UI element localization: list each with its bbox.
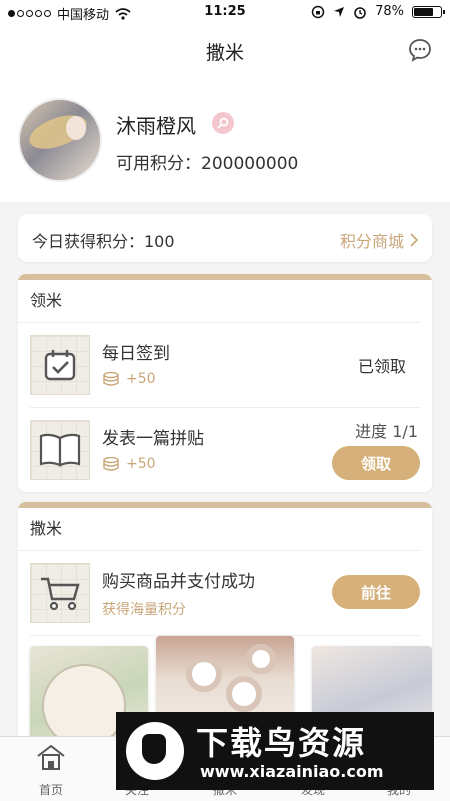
home-icon bbox=[37, 744, 65, 770]
points-mall-link[interactable]: 积分商城 bbox=[340, 228, 418, 252]
claim-button[interactable]: 领取 bbox=[332, 446, 420, 480]
open-book-icon bbox=[30, 420, 90, 480]
task-name: 购买商品并支付成功 bbox=[102, 572, 255, 592]
claimed-status: 已领取 bbox=[357, 357, 406, 376]
status-bar: 中国移动 11:25 78% bbox=[0, 0, 450, 24]
task-post-collage: 发表一篇拼贴 +50 进度 1/1 领取 bbox=[30, 408, 420, 492]
watermark-url: www.xiazainiao.com bbox=[200, 762, 384, 781]
section-title: 领米 bbox=[18, 280, 420, 323]
watermark: 下载鸟资源 www.xiazainiao.com bbox=[116, 712, 434, 790]
spend-section: 撒米 购买商品并支付成功 获得海量积分 前往 bbox=[18, 502, 432, 742]
task-name: 每日签到 bbox=[102, 344, 170, 364]
today-points-card: 今日获得积分：100 积分商城 bbox=[18, 214, 432, 262]
task-purchase: 购买商品并支付成功 获得海量积分 前往 bbox=[30, 551, 420, 636]
nav-bar: 撒米 bbox=[0, 24, 450, 76]
coin-stack-icon bbox=[103, 457, 119, 471]
tab-label: 首页 bbox=[38, 783, 63, 797]
alarm-icon bbox=[354, 6, 366, 19]
gender-badge-icon bbox=[212, 112, 234, 134]
tab-home[interactable]: 首页 bbox=[6, 743, 96, 798]
page-title: 撒米 bbox=[205, 42, 244, 64]
battery-icon bbox=[412, 5, 445, 18]
watermark-title: 下载鸟资源 bbox=[196, 724, 367, 762]
username: 沐雨橙风 bbox=[116, 114, 196, 138]
chevron-right-icon bbox=[410, 233, 418, 247]
coin-stack-icon bbox=[103, 372, 119, 386]
calendar-check-icon bbox=[30, 335, 90, 395]
reward-amount: +50 bbox=[126, 456, 156, 472]
task-reward: +50 bbox=[102, 371, 156, 387]
go-button[interactable]: 前往 bbox=[332, 575, 420, 609]
today-points-label: 今日获得积分：100 bbox=[32, 232, 175, 251]
earn-section: 领米 每日签到 +50 已领取 发表一篇拼贴 +50 进度 1/1 领取 bbox=[18, 274, 432, 492]
location-arrow-icon bbox=[334, 6, 345, 17]
available-points: 可用积分：200000000 bbox=[116, 149, 298, 174]
task-reward: +50 bbox=[102, 456, 156, 472]
chat-bubble-icon[interactable] bbox=[408, 38, 432, 62]
shopping-cart-icon bbox=[30, 563, 90, 623]
task-name: 发表一篇拼贴 bbox=[102, 429, 204, 449]
rotation-lock-icon bbox=[311, 5, 325, 18]
profile-section: 沐雨橙风 可用积分：200000000 bbox=[0, 76, 450, 202]
points-label: 可用积分： bbox=[116, 154, 201, 174]
points-value: 200000000 bbox=[201, 154, 299, 174]
task-progress: 进度 1/1 bbox=[355, 422, 418, 441]
reward-amount: +50 bbox=[126, 371, 156, 387]
task-subtitle: 获得海量积分 bbox=[102, 602, 186, 618]
bird-logo-icon bbox=[126, 722, 184, 780]
status-right: 78% bbox=[311, 4, 445, 19]
section-title: 撒米 bbox=[18, 508, 420, 551]
task-daily-checkin: 每日签到 +50 已领取 bbox=[30, 323, 420, 408]
avatar[interactable] bbox=[18, 98, 102, 182]
battery-percent: 78% bbox=[375, 4, 404, 19]
points-mall-label: 积分商城 bbox=[339, 232, 404, 251]
